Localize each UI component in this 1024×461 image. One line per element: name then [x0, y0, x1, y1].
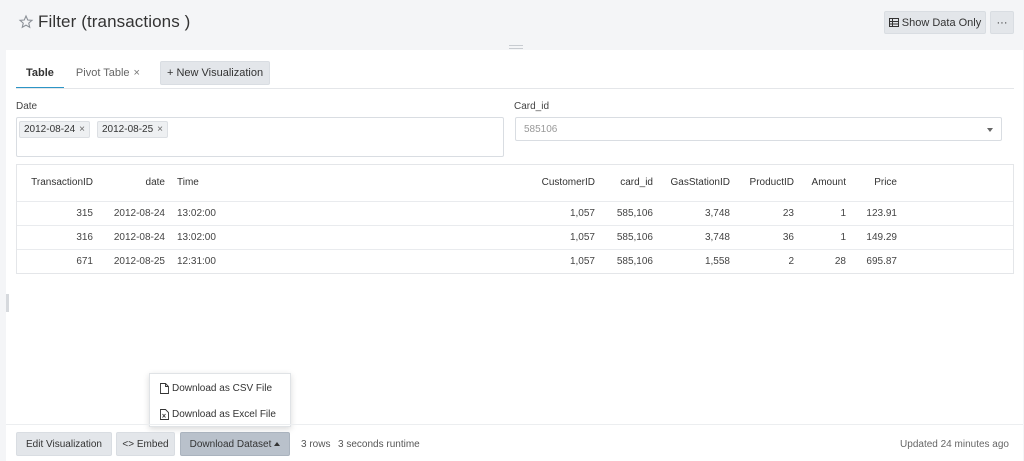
tab-table-label: Table: [26, 67, 54, 79]
column-spacer: [903, 165, 1013, 201]
tab-table[interactable]: Table: [16, 58, 64, 89]
column-header[interactable]: Time: [171, 165, 251, 201]
column-header[interactable]: ProductID: [736, 165, 800, 201]
close-icon[interactable]: ×: [134, 67, 140, 79]
table-row: 316 2012-08-24 13:02:00 1,057 585,106 3,…: [17, 224, 1013, 249]
edit-visualization-button[interactable]: Edit Visualization: [16, 432, 112, 456]
table-row: 315 2012-08-24 13:02:00 1,057 585,106 3,…: [17, 200, 1013, 225]
column-header[interactable]: CustomerID: [251, 165, 601, 201]
table-cell: 2: [736, 248, 800, 273]
row-count: 3 rows: [301, 438, 331, 450]
table-cell: 1,057: [251, 200, 601, 225]
table-cell: 671: [17, 248, 99, 273]
column-header[interactable]: date: [99, 165, 171, 201]
tabs-divider: [16, 88, 1014, 89]
caret-down-icon: [987, 128, 993, 132]
panel-edge-handle[interactable]: [6, 294, 9, 312]
download-csv-label: Download as CSV File: [172, 382, 273, 394]
page-title: Filter (transactions ): [38, 12, 191, 31]
table-cell-spacer: [903, 248, 1013, 273]
download-dataset-label: Download Dataset: [189, 438, 272, 450]
card-id-select[interactable]: 585106: [515, 117, 1002, 141]
table-cell: 36: [736, 224, 800, 249]
tab-pivot-table[interactable]: Pivot Table ×: [64, 58, 150, 88]
remove-chip-icon[interactable]: ×: [79, 124, 85, 135]
table-cell: 585,106: [601, 224, 659, 249]
runtime-text: 3 seconds runtime: [338, 438, 420, 450]
column-header[interactable]: Amount: [800, 165, 852, 201]
table-cell: 13:02:00: [171, 200, 251, 225]
table-cell-spacer: [903, 224, 1013, 249]
date-filter-label: Date: [16, 101, 38, 112]
table-cell: 585,106: [601, 248, 659, 273]
remove-chip-icon[interactable]: ×: [157, 124, 163, 135]
file-icon: [160, 382, 169, 394]
table-cell: 149.29: [852, 224, 903, 249]
table-cell: 316: [17, 224, 99, 249]
new-visualization-label: + New Visualization: [166, 67, 264, 79]
embed-button[interactable]: <> Embed: [116, 432, 175, 456]
table-cell: 2012-08-25: [99, 248, 171, 273]
table-cell: 13:02:00: [171, 224, 251, 249]
download-excel-label: Download as Excel File: [172, 408, 276, 420]
table-cell: 23: [736, 200, 800, 225]
embed-label: <> Embed: [122, 438, 169, 450]
download-dropdown-menu: Download as CSV File Download as Excel F…: [149, 373, 291, 427]
table-cell: 1: [800, 224, 852, 249]
card-id-value: 585106: [524, 123, 558, 135]
tab-pivot-table-label: Pivot Table: [75, 67, 130, 79]
footer-divider: [6, 424, 1023, 425]
table-header-row: TransactionID date Time CustomerID card_…: [17, 165, 1013, 201]
table-cell: 2012-08-24: [99, 200, 171, 225]
date-filter-input[interactable]: 2012-08-24 × 2012-08-25 ×: [16, 117, 504, 157]
star-outline-icon[interactable]: [18, 14, 34, 30]
column-header[interactable]: Price: [852, 165, 903, 201]
table-cell: 585,106: [601, 200, 659, 225]
table-cell: 1,057: [251, 224, 601, 249]
visualization-panel: Table Pivot Table × + New Visualization …: [6, 50, 1023, 461]
title-area: Filter (transactions ): [18, 12, 190, 32]
date-chip: 2012-08-25 ×: [97, 121, 168, 138]
table-cell-spacer: [903, 200, 1013, 225]
table-icon: [888, 18, 899, 27]
date-chip-label: 2012-08-24: [24, 124, 76, 135]
show-data-only-label: Show Data Only: [901, 16, 982, 29]
table-cell: 12:31:00: [171, 248, 251, 273]
table-cell: 315: [17, 200, 99, 225]
date-chip: 2012-08-24 ×: [19, 121, 90, 138]
table-cell: 695.87: [852, 248, 903, 273]
table-cell: 1: [800, 200, 852, 225]
download-excel-item[interactable]: Download as Excel File: [160, 404, 276, 424]
edit-visualization-label: Edit Visualization: [26, 438, 102, 450]
table-cell: 3,748: [659, 224, 736, 249]
new-visualization-button[interactable]: + New Visualization: [159, 61, 271, 85]
excel-file-icon: [160, 408, 169, 420]
card-id-filter-label: Card_id: [514, 101, 550, 112]
date-chip-label: 2012-08-25: [102, 124, 154, 135]
column-header[interactable]: TransactionID: [17, 165, 99, 201]
updated-timestamp: Updated 24 minutes ago: [900, 438, 1009, 450]
table-cell: 1,057: [251, 248, 601, 273]
table-cell: 3,748: [659, 200, 736, 225]
table-cell: 1,558: [659, 248, 736, 273]
show-data-only-button[interactable]: Show Data Only: [884, 11, 986, 34]
visualization-tabs: Table Pivot Table × + New Visualization: [16, 58, 271, 89]
column-header[interactable]: card_id: [601, 165, 659, 201]
download-dataset-button[interactable]: Download Dataset: [180, 432, 290, 456]
download-csv-item[interactable]: Download as CSV File: [160, 378, 272, 398]
more-options-label: ···: [996, 16, 1008, 29]
query-header: Filter (transactions ) Show Data Only ··…: [0, 0, 1024, 46]
column-header[interactable]: GasStationID: [659, 165, 736, 201]
caret-up-icon: [274, 442, 281, 446]
table-cell: 28: [800, 248, 852, 273]
table-cell: 2012-08-24: [99, 224, 171, 249]
results-table: TransactionID date Time CustomerID card_…: [16, 164, 1014, 274]
more-options-button[interactable]: ···: [990, 11, 1014, 34]
table-cell: 123.91: [852, 200, 903, 225]
table-row: 671 2012-08-25 12:31:00 1,057 585,106 1,…: [17, 248, 1013, 273]
